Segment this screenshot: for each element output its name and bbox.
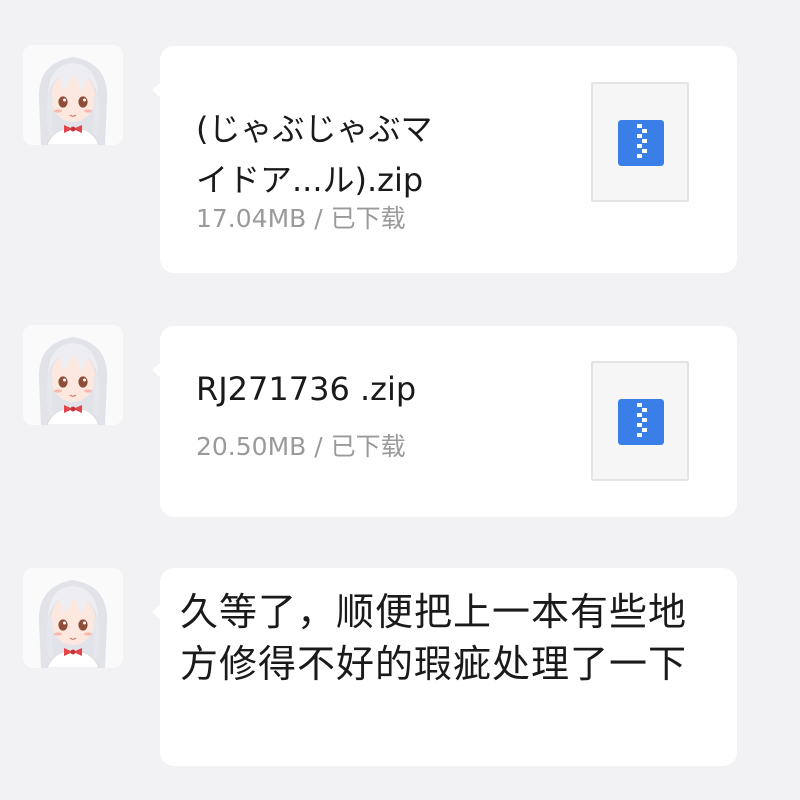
sender-avatar[interactable] (23, 45, 123, 145)
sender-avatar[interactable] (23, 325, 123, 425)
anime-girl-avatar-icon (23, 568, 123, 668)
file-size-status: 20.50MB / 已下载 (196, 432, 406, 461)
message-text: 久等了，顺便把上一本有些地方修得不好的瑕疵处理了一下 (180, 590, 688, 686)
file-message-bubble[interactable]: (じゃぶじゃぶマ イドア...ル).zip 17.04MB / 已下载 (152, 46, 737, 273)
zip-archive-icon (618, 399, 664, 445)
anime-girl-avatar-icon (23, 325, 123, 425)
text-message-bubble[interactable]: 久等了，顺便把上一本有些地方修得不好的瑕疵处理了一下 (152, 568, 737, 766)
file-thumbnail[interactable] (591, 82, 689, 202)
file-name-line-2: イドア...ル).zip (196, 161, 424, 199)
file-name: RJ271736 .zip (196, 370, 417, 408)
file-thumbnail[interactable] (591, 361, 689, 481)
file-name-line-1: (じゃぶじゃぶマ (196, 110, 433, 148)
file-message-bubble[interactable]: RJ271736 .zip 20.50MB / 已下载 (152, 326, 737, 517)
zip-archive-icon (618, 120, 664, 166)
sender-avatar[interactable] (23, 568, 123, 668)
anime-girl-avatar-icon (23, 45, 123, 145)
file-size-status: 17.04MB / 已下载 (196, 204, 406, 233)
